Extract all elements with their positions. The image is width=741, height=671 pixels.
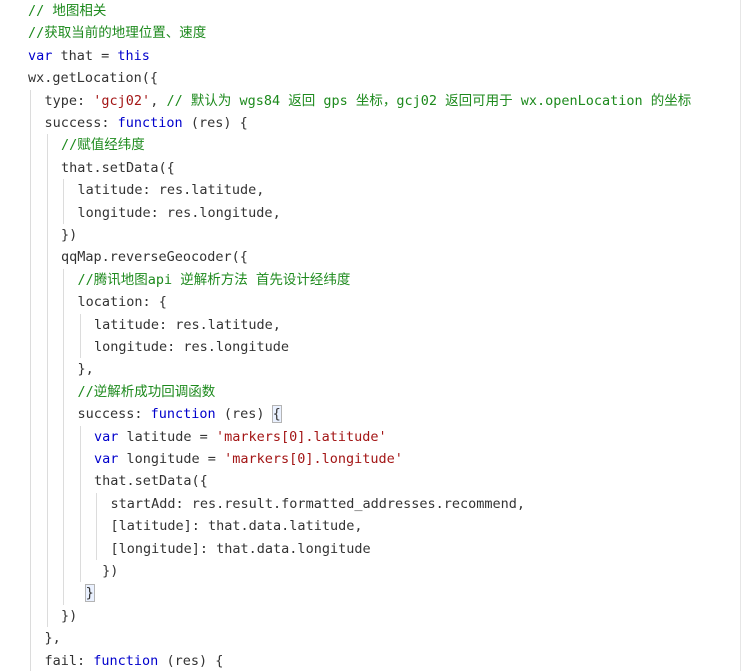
code-token: fail: xyxy=(44,652,94,669)
keyword-token: function xyxy=(93,652,159,669)
code-token: }, xyxy=(77,361,94,378)
indent-guide xyxy=(46,134,48,628)
code-line[interactable]: success: function (res) { xyxy=(77,403,282,425)
code-line[interactable]: [longitude]: that.data.longitude xyxy=(111,538,371,560)
code-line[interactable]: //逆解析成功回调函数 xyxy=(78,381,216,403)
code-token: latitude: res.latitude, xyxy=(77,182,265,199)
matched-bracket: { xyxy=(271,405,282,424)
code-token: longitude = xyxy=(118,451,225,467)
code-line[interactable]: var longitude = 'markers[0].longitude' xyxy=(94,448,403,470)
code-token: startAdd: res.result.formatted_addresses… xyxy=(110,495,526,512)
code-token: , xyxy=(150,92,167,109)
code-token: that.setData({ xyxy=(61,159,175,176)
code-line[interactable]: //获取当前的地理位置、速度 xyxy=(28,22,206,44)
comment-token: //腾讯地图api 逆解析方法 首先设计经纬度 xyxy=(77,271,351,288)
code-token: }) xyxy=(94,563,119,579)
comment-token: // 地图相关 xyxy=(28,3,107,19)
indent-guide xyxy=(63,179,64,224)
code-token: (res) xyxy=(215,406,273,423)
code-line[interactable]: }, xyxy=(45,627,61,649)
code-token: location: { xyxy=(77,294,167,311)
code-line[interactable]: type: 'gcj02', // 默认为 wgs84 返回 gps 坐标，gc… xyxy=(45,90,692,112)
code-token: (res) { xyxy=(158,652,224,669)
code-line[interactable]: //腾讯地图api 逆解析方法 首先设计经纬度 xyxy=(78,269,351,291)
matched-bracket: } xyxy=(84,584,95,603)
code-line[interactable]: that.setData({ xyxy=(61,157,175,179)
code-line[interactable]: var latitude = 'markers[0].latitude' xyxy=(94,426,387,448)
keyword-token: var xyxy=(28,47,53,64)
code-token: success: xyxy=(44,115,118,131)
string-token: 'gcj02' xyxy=(93,92,151,109)
code-line[interactable]: }) xyxy=(61,605,77,627)
code-line[interactable]: [latitude]: that.data.latitude, xyxy=(111,515,363,537)
code-line[interactable]: that.setData({ xyxy=(94,470,208,492)
comment-token: // 默认为 wgs84 返回 gps 坐标，gcj02 返回可用于 wx.op… xyxy=(166,92,692,109)
indent-guide xyxy=(79,425,81,583)
code-line[interactable]: longitude: res.longitude, xyxy=(78,202,281,224)
code-line[interactable]: success: function (res) { xyxy=(45,112,248,134)
string-token: 'markers[0].latitude' xyxy=(215,428,387,445)
code-line[interactable]: var that = this xyxy=(28,45,150,67)
code-editor[interactable]: // 地图相关 //获取当前的地理位置、速度 var that = this wx.g… xyxy=(0,0,741,671)
comment-token: //获取当前的地理位置、速度 xyxy=(28,25,207,42)
code-line[interactable]: }) xyxy=(94,560,118,582)
code-token: latitude = xyxy=(118,428,216,445)
indent-guide xyxy=(63,268,64,605)
code-token: longitude: res.longitude, xyxy=(77,204,281,221)
code-line[interactable]: }) xyxy=(61,224,77,246)
code-token: }) xyxy=(61,227,78,243)
code-line[interactable]: // 地图相关 xyxy=(28,0,106,22)
code-line[interactable]: } xyxy=(78,582,95,604)
code-line[interactable]: startAdd: res.result.formatted_addresses… xyxy=(111,493,526,515)
code-line[interactable]: fail: function (res) { xyxy=(45,650,224,671)
code-token: [longitude]: that.data.longitude xyxy=(110,540,371,557)
code-line[interactable]: latitude: res.latitude, xyxy=(94,314,281,336)
keyword-token: function xyxy=(117,115,183,131)
code-token: wx.getLocation({ xyxy=(28,70,159,87)
keyword-token: function xyxy=(150,406,216,423)
indent-guide xyxy=(96,492,97,560)
code-line[interactable]: qqMap.reverseGeocoder({ xyxy=(61,246,248,268)
indent-guide xyxy=(30,89,31,671)
keyword-token: var xyxy=(94,428,119,445)
code-token: type: xyxy=(44,92,94,109)
code-token: qqMap.reverseGeocoder({ xyxy=(61,249,248,266)
code-token: longitude: res.longitude xyxy=(94,339,290,355)
code-line[interactable]: //赋值经纬度 xyxy=(61,134,145,156)
code-token: (res) { xyxy=(182,115,248,131)
code-token: success: xyxy=(77,406,151,423)
code-token: [latitude]: that.data.latitude, xyxy=(110,518,363,535)
keyword-token: var xyxy=(94,451,119,467)
indent-guide xyxy=(79,313,81,359)
code-token: latitude: res.latitude, xyxy=(94,316,281,333)
code-line[interactable]: }, xyxy=(78,358,94,380)
code-line[interactable]: location: { xyxy=(78,291,167,313)
code-line[interactable]: wx.getLocation({ xyxy=(28,67,158,89)
string-token: 'markers[0].longitude' xyxy=(224,451,403,467)
code-line[interactable]: latitude: res.latitude, xyxy=(78,179,265,201)
code-token: that.setData({ xyxy=(94,473,208,490)
code-line[interactable]: longitude: res.longitude xyxy=(94,336,289,358)
code-token: that = xyxy=(52,47,118,64)
comment-token: //赋值经纬度 xyxy=(61,137,145,154)
code-token: }, xyxy=(44,630,61,647)
comment-token: //逆解析成功回调函数 xyxy=(77,383,216,400)
code-token: }) xyxy=(61,607,78,624)
keyword-token: this xyxy=(117,47,150,64)
